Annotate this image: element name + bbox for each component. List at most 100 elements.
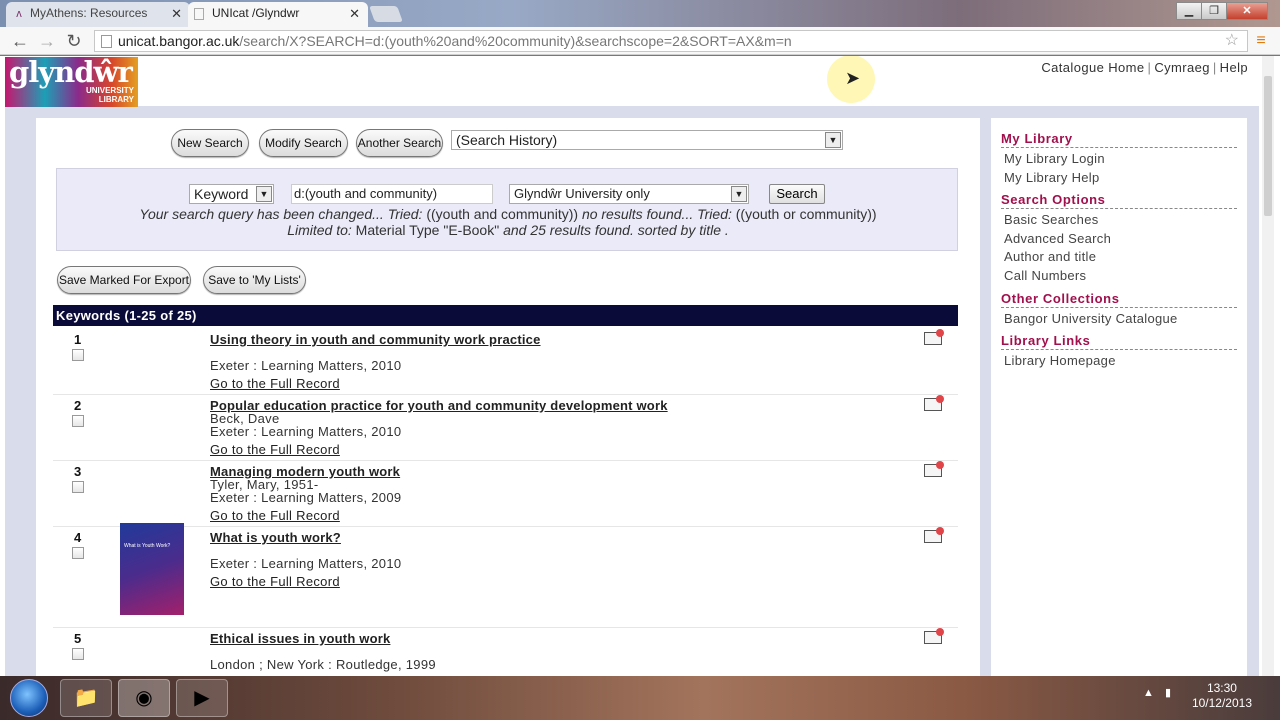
full-record-link[interactable]: Go to the Full Record	[210, 508, 340, 523]
sidebar: My Library My Library Login My Library H…	[991, 56, 1247, 676]
glyndwr-logo[interactable]: glyndŵr UNIVERSITY LIBRARY	[5, 56, 138, 107]
book-cover-image[interactable]: What is Youth Work?	[120, 523, 184, 615]
ebook-icon[interactable]	[924, 461, 944, 477]
result-publisher: Exeter : Learning Matters, 2010	[210, 358, 402, 373]
sidebar-link-my-library-login[interactable]: My Library Login	[1004, 151, 1105, 166]
page-favicon-icon	[194, 8, 204, 20]
sidebar-link-advanced-search[interactable]: Advanced Search	[1004, 231, 1111, 246]
tray-icons: ▲ ▮	[1143, 686, 1171, 699]
result-publisher: London ; New York : Routledge, 1999	[210, 657, 436, 672]
mark-checkbox[interactable]	[72, 547, 84, 559]
bookmark-star-icon[interactable]: ☆	[1225, 31, 1239, 51]
ebook-icon[interactable]	[924, 628, 944, 644]
windows-start-icon[interactable]	[10, 679, 48, 717]
mark-checkbox[interactable]	[72, 349, 84, 361]
search-options-heading: Search Options	[1001, 192, 1237, 209]
reload-icon[interactable]: ↻	[63, 30, 85, 52]
sidebar-link-bangor-catalogue[interactable]: Bangor University Catalogue	[1004, 311, 1178, 326]
mouse-pointer-icon: ➤	[845, 68, 861, 88]
page-scrollbar[interactable]	[1262, 56, 1274, 676]
search-history-value: (Search History)	[456, 132, 558, 148]
results-header: Keywords (1-25 of 25)	[53, 305, 958, 326]
tab-unicat[interactable]: UNIcat /Glyndwr ✕	[188, 2, 368, 27]
url-path: /search/X?SEARCH=d:(youth%20and%20commun…	[239, 33, 792, 49]
mark-checkbox[interactable]	[72, 415, 84, 427]
search-note-line2: Limited to: Material Type "E-Book" and 2…	[287, 222, 729, 238]
other-collections-heading: Other Collections	[1001, 291, 1237, 308]
result-title-link[interactable]: Ethical issues in youth work	[210, 631, 390, 646]
result-number: 1	[74, 332, 82, 347]
search-note-line1: Your search query has been changed... Tr…	[139, 206, 877, 222]
url-host: unicat.bangor.ac.uk	[118, 33, 240, 49]
tab-label: MyAthens: Resources	[30, 6, 148, 20]
menu-icon[interactable]: ≡	[1252, 30, 1270, 52]
ebook-icon[interactable]	[924, 329, 944, 345]
windows-taskbar: 📁 ◉ ▶ ▲ ▮ 13:30 10/12/2013	[0, 676, 1280, 720]
search-scope-value: Glyndŵr University only	[514, 186, 650, 201]
minimize-button[interactable]: ▁	[1176, 2, 1202, 20]
search-panel: Keyword ▼ d:(youth and community) Glyndŵ…	[56, 168, 958, 251]
sidebar-link-author-and-title[interactable]: Author and title	[1004, 249, 1096, 264]
clock[interactable]: 13:30 10/12/2013	[1192, 681, 1252, 711]
result-row: 2 Popular education practice for youth a…	[53, 395, 958, 461]
result-title-link[interactable]: What is youth work?	[210, 530, 341, 545]
chrome-icon[interactable]: ◉	[118, 679, 170, 717]
close-window-button[interactable]: ✕	[1226, 2, 1268, 20]
chevron-down-icon: ▼	[825, 132, 841, 148]
logo-wordmark: glyndŵr	[9, 56, 133, 89]
maximize-button[interactable]: ❐	[1201, 2, 1227, 20]
forward-arrow-icon[interactable]: →	[36, 30, 58, 52]
full-record-link[interactable]: Go to the Full Record	[210, 376, 340, 391]
save-marked-for-export-button[interactable]: Save Marked For Export	[57, 266, 191, 294]
show-hidden-icons-icon[interactable]: ▲	[1143, 687, 1154, 699]
page-viewport: glyndŵr UNIVERSITY LIBRARY Catalogue Hom…	[0, 56, 1280, 676]
tab-myathens[interactable]: ᴧ MyAthens: Resources ✕	[6, 2, 190, 27]
close-tab-icon[interactable]: ✕	[171, 2, 182, 25]
full-record-link[interactable]: Go to the Full Record	[210, 574, 340, 589]
result-row: 4 What is Youth Work? What is youth work…	[53, 523, 958, 628]
search-button[interactable]: Search	[769, 184, 825, 204]
another-search-button[interactable]: Another Search	[356, 129, 443, 157]
result-number: 4	[74, 530, 82, 545]
sidebar-link-my-library-help[interactable]: My Library Help	[1004, 170, 1100, 185]
result-number: 5	[74, 631, 82, 646]
library-links-heading: Library Links	[1001, 333, 1237, 350]
search-input[interactable]: d:(youth and community)	[291, 184, 493, 204]
result-number: 2	[74, 398, 82, 413]
network-signal-icon[interactable]: ▮	[1165, 687, 1171, 699]
media-player-icon[interactable]: ▶	[176, 679, 228, 717]
browser-nav-bar: ← → ↻ unicat.bangor.ac.uk/search/X?SEARC…	[0, 27, 1280, 55]
sidebar-link-basic-searches[interactable]: Basic Searches	[1004, 212, 1099, 227]
browser-tab-bar: ᴧ MyAthens: Resources ✕ UNIcat /Glyndwr …	[0, 0, 1280, 27]
mark-checkbox[interactable]	[72, 481, 84, 493]
chevron-down-icon: ▼	[256, 186, 272, 202]
search-type-select[interactable]: Keyword ▼	[189, 184, 274, 204]
save-to-my-lists-button[interactable]: Save to 'My Lists'	[203, 266, 306, 294]
search-scope-select[interactable]: Glyndŵr University only ▼	[509, 184, 749, 204]
address-bar[interactable]: unicat.bangor.ac.uk/search/X?SEARCH=d:(y…	[94, 30, 1248, 52]
chevron-down-icon: ▼	[731, 186, 747, 202]
ebook-icon[interactable]	[924, 395, 944, 411]
full-record-link[interactable]: Go to the Full Record	[210, 442, 340, 457]
result-title-link[interactable]: Using theory in youth and community work…	[210, 332, 541, 347]
result-number: 3	[74, 464, 82, 479]
sidebar-link-library-homepage[interactable]: Library Homepage	[1004, 353, 1116, 368]
new-search-button[interactable]: New Search	[171, 129, 249, 157]
modify-search-button[interactable]: Modify Search	[259, 129, 348, 157]
search-history-select[interactable]: (Search History) ▼	[451, 130, 843, 150]
clock-date: 10/12/2013	[1191, 696, 1252, 710]
back-arrow-icon[interactable]: ←	[9, 30, 31, 52]
file-explorer-icon[interactable]: 📁	[60, 679, 112, 717]
result-publisher: Exeter : Learning Matters, 2010	[210, 556, 402, 571]
logo-subtitle: UNIVERSITY LIBRARY	[85, 86, 134, 104]
new-tab-button[interactable]	[369, 6, 403, 22]
my-library-heading: My Library	[1001, 131, 1237, 148]
tab-label: UNIcat /Glyndwr	[212, 6, 300, 20]
ebook-icon[interactable]	[924, 527, 944, 543]
result-publisher: Exeter : Learning Matters, 2009	[210, 490, 402, 505]
clock-time: 13:30	[1206, 681, 1237, 695]
sidebar-link-call-numbers[interactable]: Call Numbers	[1004, 268, 1086, 283]
mark-checkbox[interactable]	[72, 648, 84, 660]
close-tab-icon[interactable]: ✕	[349, 2, 360, 25]
scrollbar-thumb[interactable]	[1264, 76, 1272, 216]
